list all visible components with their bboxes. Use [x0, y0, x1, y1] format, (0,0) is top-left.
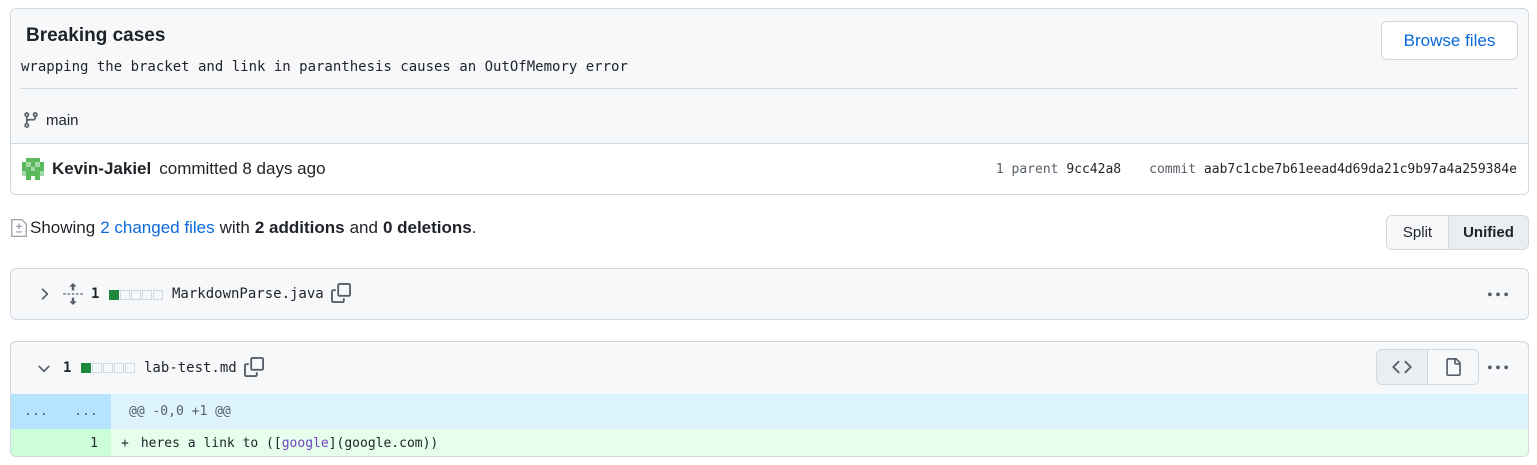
hunk-header-row: ... ... @@ -0,0 +1 @@ [11, 394, 1528, 429]
expand-hunk-left[interactable]: ... [11, 394, 61, 429]
expand-hunk-right[interactable]: ... [61, 394, 111, 429]
copy-icon[interactable] [244, 357, 264, 377]
diff-view-toggle: Split Unified [1386, 215, 1529, 250]
commit-meta: 1 parent 9cc42a8 commit aab7c1cbe7b61eea… [996, 162, 1517, 177]
unfold-icon[interactable] [63, 283, 83, 305]
commit-time: committed 8 days ago [159, 159, 326, 178]
file-change-count: 1 [91, 286, 100, 302]
parent-label: 1 parent [995, 162, 1059, 177]
file-view-toggle [1376, 349, 1479, 385]
commit-sha: aab7c1cbe7b61eead4d69da21c9b97a4a259384e [1203, 162, 1517, 177]
addition-sign: + [121, 436, 129, 451]
commit-author-row: Kevin-Jakiel committed 8 days ago 1 pare… [11, 144, 1528, 194]
changed-files-link[interactable]: 2 changed files [100, 218, 214, 238]
diff-file-icon [11, 219, 27, 237]
diff-table: ... ... @@ -0,0 +1 @@ 1 + heres a link to… [11, 394, 1528, 456]
file-diff-lab-test: 1 lab-test.md ... ... @@ -0,0 +1 @@ 1 + h… [10, 341, 1529, 457]
additions-count: 2 additions [254, 218, 345, 237]
diffstat [109, 290, 163, 300]
summary-showing: Showing [30, 218, 96, 237]
file-change-count: 1 [63, 360, 72, 376]
summary-with: with [219, 218, 250, 237]
file-icon[interactable] [1427, 350, 1478, 384]
hunk-header: @@ -0,0 +1 @@ [129, 404, 231, 419]
git-branch-icon [24, 112, 38, 128]
diffstat [81, 363, 135, 373]
code-pre: heres a link to ([ [140, 436, 282, 451]
parent-sha-link[interactable]: 9cc42a8 [1066, 162, 1121, 177]
code-icon[interactable] [1377, 350, 1428, 384]
old-line-number[interactable] [11, 429, 61, 456]
summary-and: and [349, 218, 378, 237]
kebab-horizontal-icon[interactable] [1486, 356, 1510, 380]
file-header: 1 MarkdownParse.java [11, 269, 1528, 319]
copy-icon[interactable] [331, 283, 351, 303]
file-header: 1 lab-test.md [11, 342, 1528, 394]
browse-files-button[interactable]: Browse files [1381, 21, 1518, 60]
commit-header: Breaking cases wrapping the bracket and … [11, 9, 1528, 144]
commit-box: Breaking cases wrapping the bracket and … [10, 8, 1529, 195]
summary-period: . [471, 218, 477, 237]
new-line-number[interactable]: 1 [61, 429, 111, 456]
diff-code: + heres a link to ([google](google.com)) [111, 429, 1528, 456]
unified-view-button[interactable]: Unified [1449, 216, 1528, 249]
code-link-text: google [281, 436, 329, 451]
file-diff-markdownparse: 1 MarkdownParse.java [10, 268, 1529, 320]
split-view-button[interactable]: Split [1387, 216, 1449, 249]
file-name-link[interactable]: MarkdownParse.java [172, 286, 324, 302]
chevron-right-icon[interactable] [35, 285, 53, 303]
diff-summary: Showing 2 changed files with 2 additions… [10, 218, 476, 238]
avatar[interactable] [22, 158, 44, 180]
commit-description: wrapping the bracket and link in paranth… [21, 59, 628, 75]
code-post: ](google.com)) [328, 436, 439, 451]
kebab-horizontal-icon[interactable] [1486, 283, 1510, 307]
commit-title: Breaking cases [26, 25, 166, 46]
chevron-down-icon[interactable] [35, 360, 53, 378]
branch-label[interactable]: main [22, 111, 79, 129]
file-name-link[interactable]: lab-test.md [144, 360, 237, 376]
branch-name: main [46, 111, 79, 129]
deletions-count: 0 deletions [382, 218, 472, 237]
author-link[interactable]: Kevin-Jakiel [52, 159, 151, 179]
divider [21, 88, 1518, 89]
diff-line-added: 1 + heres a link to ([google](google.com)… [11, 429, 1528, 456]
commit-label: commit [1149, 162, 1197, 177]
